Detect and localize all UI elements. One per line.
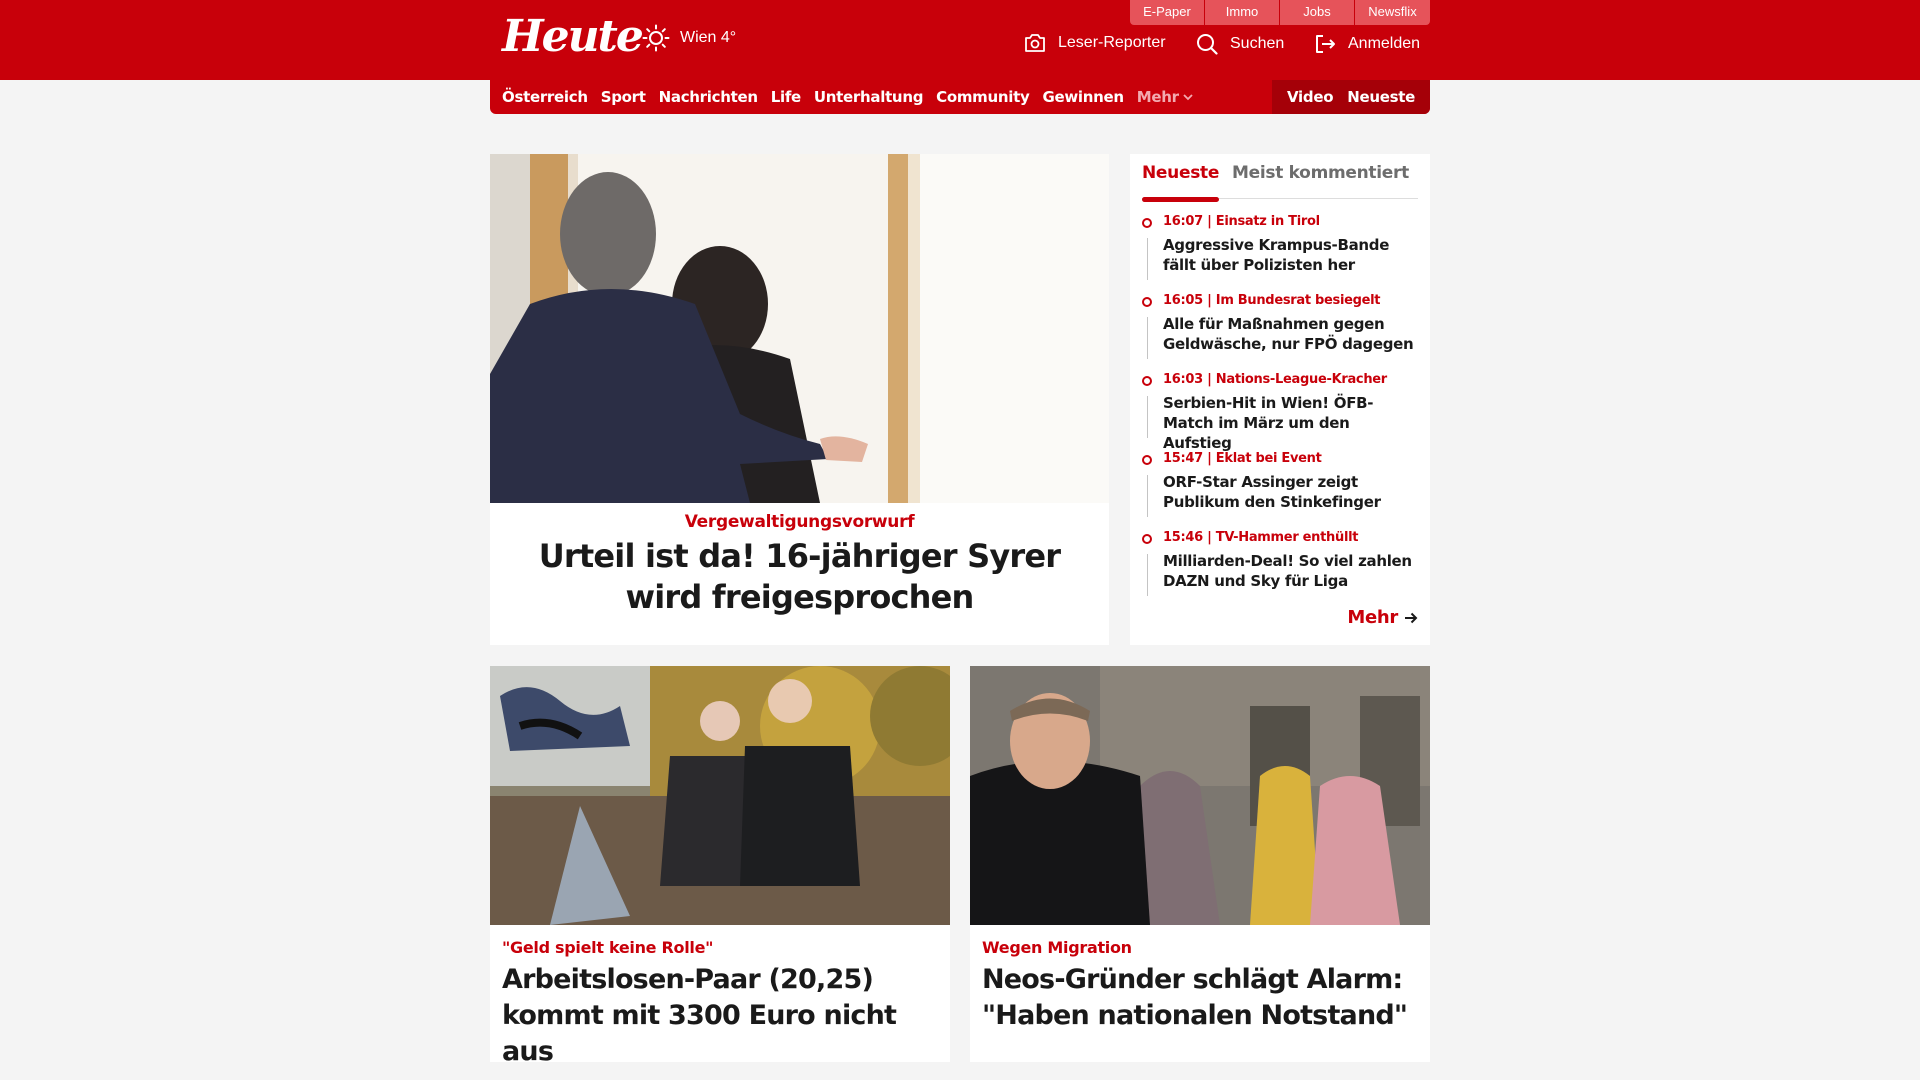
leser-reporter-label: Leser-Reporter — [1058, 34, 1166, 51]
timeline-dot-icon — [1142, 297, 1152, 307]
news-title[interactable]: Aggressive Krampus-Bande fällt über Poli… — [1163, 235, 1422, 275]
news-meta: 15:47 | Eklat bei Event — [1163, 451, 1322, 466]
article-card-title[interactable]: Arbeitslosen-Paar (20,25) kommt mit 3300… — [502, 962, 938, 1070]
login-icon — [1316, 35, 1335, 53]
article-card-image[interactable] — [490, 666, 950, 925]
article-card-kicker: Wegen Migration — [982, 938, 1132, 957]
news-list-item[interactable]: 16:07 | Einsatz in Tirol Aggressive Kram… — [1142, 214, 1422, 293]
hero-kicker: Vergewaltigungsvorwurf — [684, 512, 915, 532]
hero-title[interactable]: Urteil ist da! 16-jähriger Syrer wird fr… — [510, 536, 1089, 618]
service-link-newsflix[interactable]: Newsflix — [1355, 0, 1430, 25]
service-link-jobs[interactable]: Jobs — [1280, 0, 1355, 25]
news-list-item[interactable]: 16:05 | Im Bundesrat besiegelt Alle für … — [1142, 293, 1422, 372]
nav-neueste[interactable]: Neueste — [1347, 88, 1415, 106]
nav-item-oesterreich[interactable]: Österreich — [502, 88, 588, 106]
news-list-item[interactable]: 15:47 | Eklat bei Event ORF-Star Assinge… — [1142, 451, 1422, 530]
service-link-epaper[interactable]: E-Paper — [1130, 0, 1205, 25]
site-header: Heute Wien 4° E-Paper Immo Jobs Newsflix… — [0, 0, 1920, 80]
nav-right-group: Video Neueste — [1272, 80, 1430, 114]
camera-icon — [1025, 34, 1045, 52]
news-meta: 16:03 | Nations-League-Kracher — [1163, 372, 1387, 387]
latest-news-sidebar: Neueste Meist kommentiert 16:07 | Einsat… — [1130, 154, 1430, 645]
nav-item-community[interactable]: Community — [936, 88, 1030, 106]
article-card-kicker: "Geld spielt keine Rolle" — [502, 938, 714, 957]
news-list-item[interactable]: 15:46 | TV-Hammer enthüllt Milliarden-De… — [1142, 530, 1422, 609]
news-title[interactable]: Serbien-Hit in Wien! ÖFB-Match im März u… — [1163, 393, 1422, 453]
timeline-dot-icon — [1142, 455, 1152, 465]
sidebar-more-link[interactable]: Mehr — [1347, 607, 1418, 628]
article-card[interactable]: "Geld spielt keine Rolle" Arbeitslosen-P… — [490, 666, 950, 1067]
news-meta: 16:05 | Im Bundesrat besiegelt — [1163, 293, 1381, 308]
timeline-line — [1147, 475, 1148, 517]
service-link-immo[interactable]: Immo — [1205, 0, 1280, 25]
timeline-dot-icon — [1142, 218, 1152, 228]
nav-item-unterhaltung[interactable]: Unterhaltung — [814, 88, 924, 106]
login-button[interactable]: Anmelden — [1314, 33, 1420, 55]
nav-more-label: Mehr — [1136, 88, 1179, 106]
timeline-line — [1147, 554, 1148, 596]
tab-meist-kommentiert[interactable]: Meist kommentiert — [1232, 163, 1409, 183]
nav-item-nachrichten[interactable]: Nachrichten — [659, 88, 758, 106]
article-card[interactable]: Wegen Migration Neos-Gründer schlägt Ala… — [970, 666, 1430, 1062]
nav-item-life[interactable]: Life — [771, 88, 802, 106]
login-label: Anmelden — [1348, 35, 1421, 52]
news-title[interactable]: Milliarden-Deal! So viel zahlen DAZN und… — [1163, 551, 1422, 591]
timeline-line — [1147, 238, 1148, 280]
hero-article[interactable]: Vergewaltigungsvorwurf Urteil ist da! 16… — [490, 154, 1109, 645]
arrow-right-icon — [1405, 612, 1418, 623]
weather-widget[interactable]: Wien 4° — [642, 24, 736, 52]
chevron-down-icon — [1183, 93, 1193, 100]
news-meta: 16:07 | Einsatz in Tirol — [1163, 214, 1320, 229]
nav-items: Österreich Sport Nachrichten Life Unterh… — [502, 80, 1206, 114]
tab-neueste[interactable]: Neueste — [1142, 163, 1219, 202]
weather-text: Wien 4° — [680, 29, 737, 46]
sidebar-more-label: Mehr — [1347, 607, 1398, 628]
news-list-item[interactable]: 16:03 | Nations-League-Kracher Serbien-H… — [1142, 372, 1422, 453]
sun-icon — [642, 24, 670, 52]
sidebar-tabs: Neueste Meist kommentiert — [1142, 154, 1418, 202]
nav-item-sport[interactable]: Sport — [601, 88, 646, 106]
search-button[interactable]: Suchen — [1196, 33, 1284, 55]
nav-video[interactable]: Video — [1287, 88, 1334, 106]
timeline-dot-icon — [1142, 376, 1152, 386]
service-links: E-Paper Immo Jobs Newsflix — [1130, 0, 1430, 25]
heute-logo[interactable]: Heute — [502, 12, 644, 62]
search-icon — [1197, 34, 1218, 55]
timeline-line — [1147, 396, 1148, 438]
main-nav: Österreich Sport Nachrichten Life Unterh… — [490, 80, 1430, 114]
news-title[interactable]: ORF-Star Assinger zeigt Publikum den Sti… — [1163, 472, 1422, 512]
hero-image[interactable] — [490, 154, 1109, 503]
search-label: Suchen — [1230, 35, 1285, 52]
timeline-dot-icon — [1142, 534, 1152, 544]
news-meta: 15:46 | TV-Hammer enthüllt — [1163, 530, 1359, 545]
leser-reporter-button[interactable]: Leser-Reporter — [1024, 33, 1166, 53]
nav-more-dropdown[interactable]: Mehr — [1137, 88, 1193, 106]
news-list: 16:07 | Einsatz in Tirol Aggressive Kram… — [1142, 214, 1422, 609]
timeline-line — [1147, 317, 1148, 359]
nav-item-gewinnen[interactable]: Gewinnen — [1042, 88, 1124, 106]
news-title[interactable]: Alle für Maßnahmen gegen Geldwäsche, nur… — [1163, 314, 1422, 354]
article-card-image[interactable] — [970, 666, 1430, 925]
article-card-title[interactable]: Neos-Gründer schlägt Alarm: "Haben natio… — [982, 962, 1418, 1034]
